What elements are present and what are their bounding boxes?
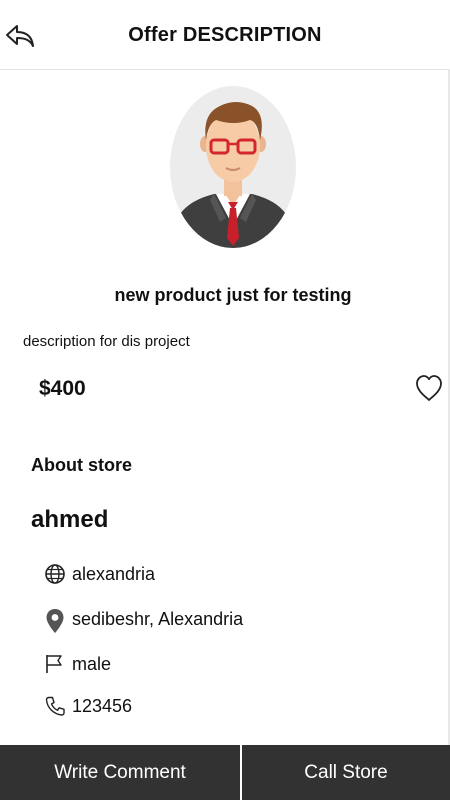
bottom-action-bar: Write Comment Call Store [0, 745, 450, 800]
store-city-row: alexandria [44, 563, 155, 585]
store-gender-row: male [44, 653, 111, 675]
flag-icon [44, 653, 66, 675]
store-address-row: sedibeshr, Alexandria [44, 608, 244, 633]
call-store-button[interactable]: Call Store [242, 745, 450, 800]
product-description: description for dis project [23, 333, 190, 350]
phone-icon [44, 695, 66, 717]
store-address: sedibeshr, Alexandria [72, 608, 244, 629]
page-title: Offer DESCRIPTION [128, 24, 322, 46]
store-phone-row: 123456 [44, 695, 132, 717]
person-avatar [170, 86, 296, 248]
store-gender: male [72, 653, 112, 674]
favorite-heart-icon[interactable] [414, 373, 444, 403]
product-name: new product just for testing [114, 285, 352, 305]
store-name: ahmed [31, 506, 109, 533]
store-phone: 123456 [72, 695, 133, 716]
location-pin-icon [44, 608, 66, 633]
product-price: $400 [39, 377, 86, 400]
about-store-heading: About store [31, 455, 132, 475]
app-header: Offer DESCRIPTION [0, 0, 450, 70]
store-city: alexandria [72, 563, 156, 584]
globe-icon [44, 563, 66, 585]
write-comment-button[interactable]: Write Comment [0, 745, 240, 800]
